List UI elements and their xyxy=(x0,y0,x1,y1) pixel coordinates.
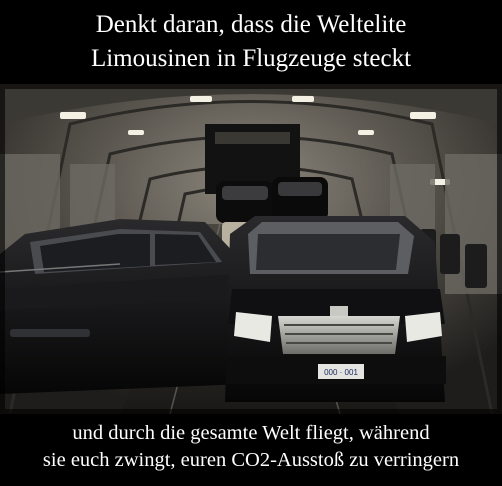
bottom-caption: und durch die gesamte Welt fliegt, währe… xyxy=(0,420,502,480)
meme-image: Denkt daran, dass die Weltelite Limousin… xyxy=(0,0,502,486)
front-limousine: 000 · 001 xyxy=(225,216,446,402)
hood-emblem xyxy=(330,306,348,316)
cargo-hold-photo: 000 · 001 xyxy=(0,84,502,414)
license-plate-text: 000 · 001 xyxy=(324,368,358,377)
bottom-caption-line-1: und durch die gesamte Welt fliegt, währe… xyxy=(72,422,430,444)
top-caption-line-1: Denkt daran, dass die Weltelite xyxy=(95,11,407,38)
top-caption: Denkt daran, dass die Weltelite Limousin… xyxy=(0,8,502,80)
bottom-caption-line-2: sie euch zwingt, euren CO2-Ausstoß zu ve… xyxy=(42,449,460,471)
top-caption-line-2: Limousinen in Flugzeuge steckt xyxy=(90,45,412,72)
left-limousine xyxy=(0,219,245,394)
